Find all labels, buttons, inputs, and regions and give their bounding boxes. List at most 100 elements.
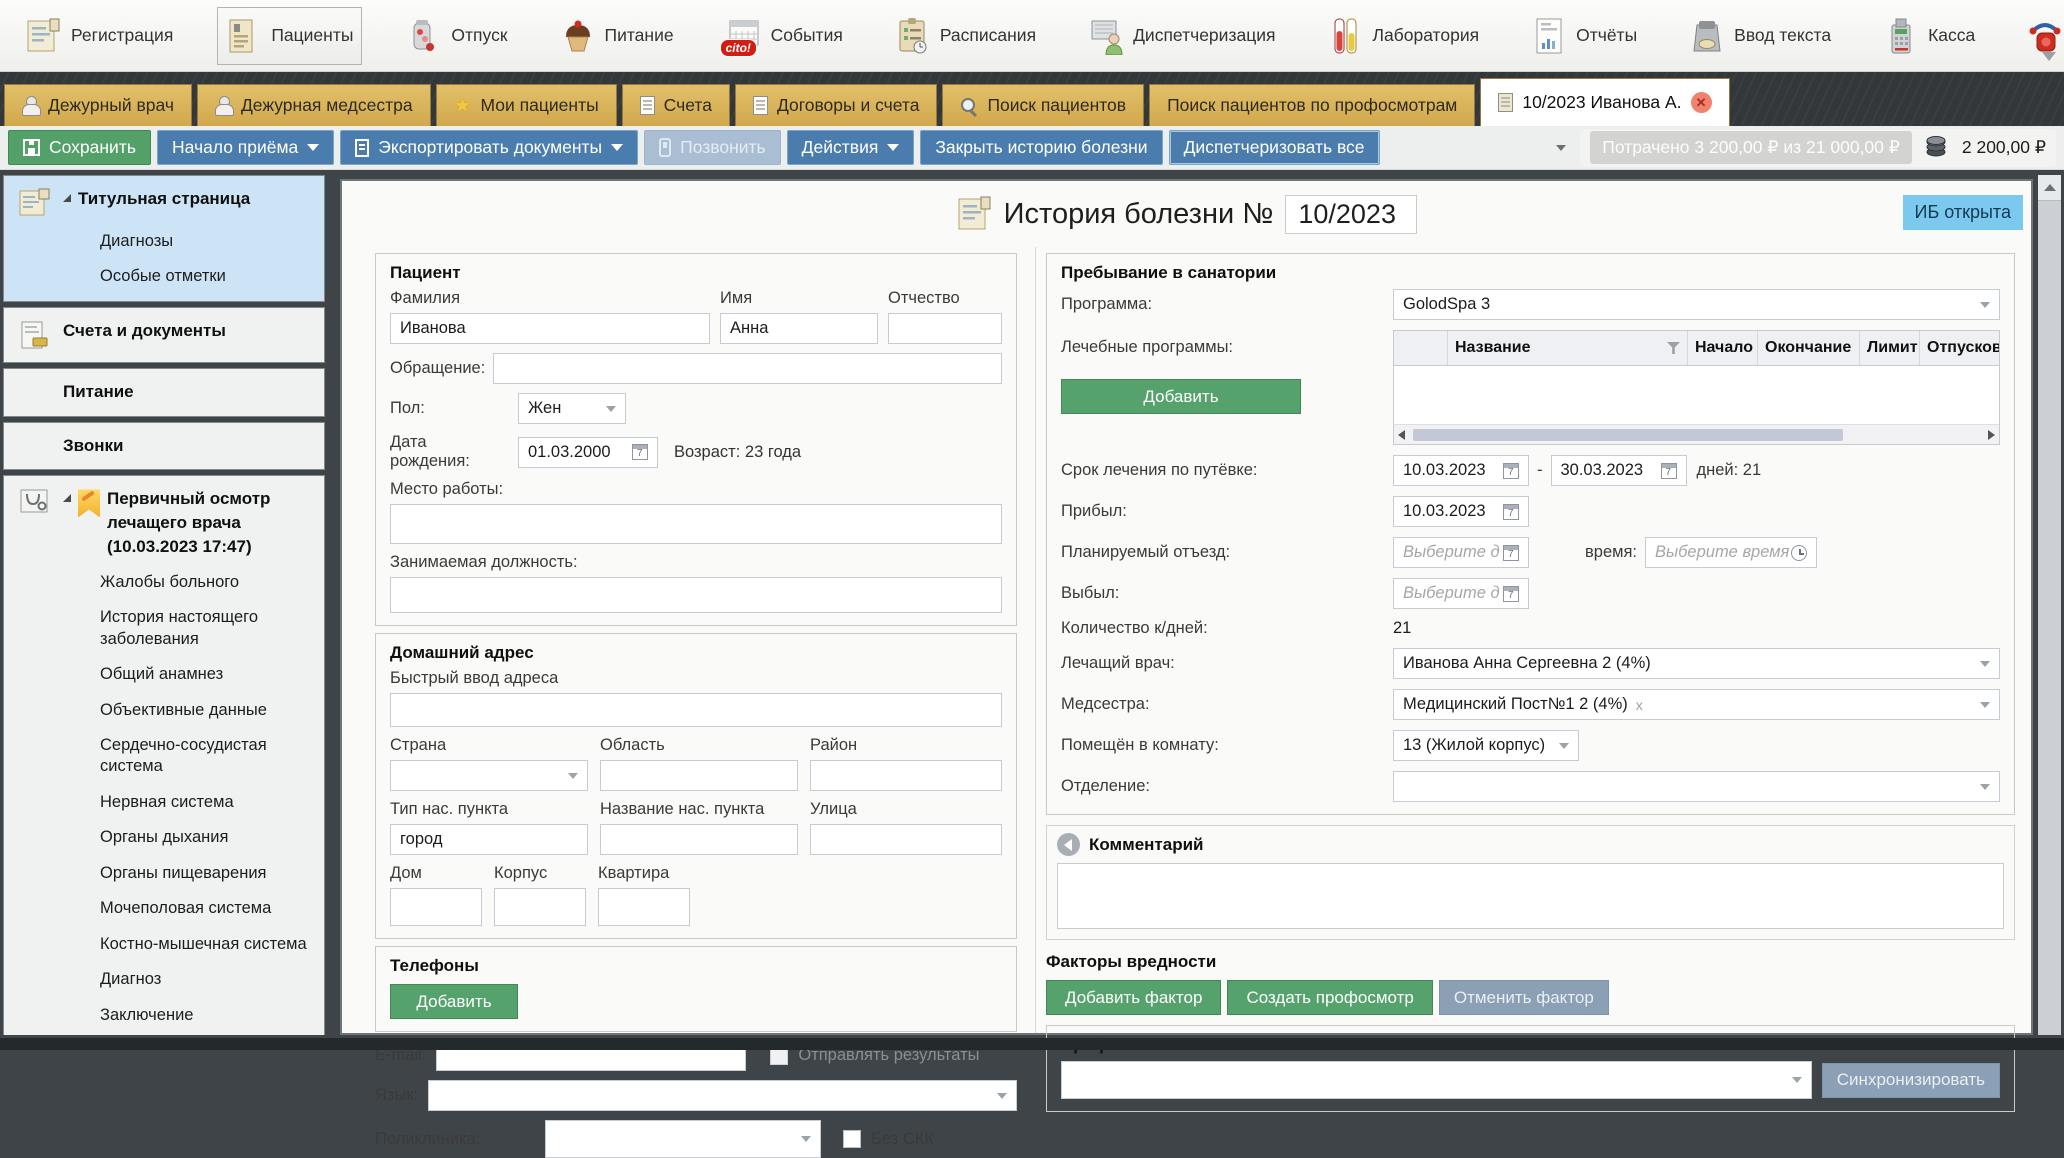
sidebar-item-respiratory[interactable]: Органы дыхания [4, 820, 324, 855]
synchronize-button[interactable]: Синхронизировать [1822, 1063, 2000, 1098]
program-select[interactable]: GolodSpa 3 [1393, 289, 2000, 320]
table-header-start[interactable]: Начало [1688, 331, 1758, 365]
ribbon-item-nutrition[interactable]: Питание [552, 7, 682, 65]
table-header-limit[interactable]: Лимит [1860, 331, 1920, 365]
sidebar-item-nutrition[interactable]: Питание [4, 372, 324, 410]
comment-textarea[interactable] [1057, 863, 2004, 929]
table-header-vacations[interactable]: Отпусков [1920, 331, 2000, 365]
sidebar-item-title-page[interactable]: Титульная страница [4, 179, 324, 224]
ribbon-item-text-input[interactable]: Ввод текста [1681, 7, 1839, 65]
ribbon-overflow-icon[interactable] [2042, 52, 2056, 61]
ribbon-item-schedules[interactable]: Расписания [887, 7, 1044, 65]
settlement-name-input[interactable] [600, 824, 798, 855]
departure-time-input[interactable]: Выберите время [1645, 537, 1817, 568]
expander-icon[interactable] [63, 194, 71, 202]
sidebar-item-urogenital[interactable]: Мочеполовая система [4, 891, 324, 926]
ribbon-item-registration[interactable]: Регистрация [18, 7, 181, 65]
ribbon-item-patients[interactable]: Пациенты [217, 7, 362, 65]
sidebar-item-cardiovascular[interactable]: Сердечно-сосудистая система [4, 728, 324, 785]
create-exam-button[interactable]: Создать профосмотр [1227, 980, 1432, 1015]
country-select[interactable] [390, 760, 588, 791]
room-select[interactable]: 13 (Жилой корпус) [1393, 730, 1579, 761]
close-history-button[interactable]: Закрыть историю болезни [920, 130, 1162, 165]
apartment-input[interactable] [598, 888, 690, 926]
cancel-factor-button[interactable]: Отменить фактор [1439, 980, 1609, 1015]
collapse-icon[interactable] [1057, 833, 1080, 856]
quick-address-input[interactable] [390, 693, 1002, 727]
table-header-end[interactable]: Окончание [1758, 331, 1860, 365]
workplace-input[interactable] [390, 504, 1002, 544]
calendar-icon[interactable] [1661, 463, 1677, 479]
sidebar-item-invoices-docs[interactable]: Счета и документы [4, 311, 324, 356]
scroll-up-icon[interactable] [2038, 175, 2061, 201]
add-phone-button[interactable]: Добавить [390, 984, 518, 1019]
sidebar-item-objective-data[interactable]: Объективные данные [4, 693, 324, 728]
reception-start-button[interactable]: Начало приёма [157, 130, 334, 165]
expander-icon[interactable] [63, 494, 71, 502]
arrived-input[interactable]: 10.03.2023 [1393, 496, 1529, 527]
street-input[interactable] [810, 824, 1002, 855]
sidebar-item-present-illness[interactable]: История настоящего заболевания [4, 600, 322, 657]
dispatch-all-button[interactable]: Диспетчеризовать все [1169, 130, 1380, 165]
toolbar-overflow-icon[interactable] [1556, 145, 1566, 151]
tab-invoices[interactable]: Счета [622, 84, 730, 126]
table-hscrollbar[interactable] [1394, 424, 1999, 444]
filter-icon[interactable] [1667, 342, 1680, 354]
position-input[interactable] [390, 577, 1002, 613]
sidebar-item-special-marks[interactable]: Особые отметки [4, 259, 324, 294]
term-from-input[interactable]: 10.03.2023 [1393, 455, 1529, 486]
house-input[interactable] [390, 888, 482, 926]
ribbon-item-events[interactable]: cito! События [718, 7, 851, 65]
save-button[interactable]: Сохранить [8, 130, 151, 165]
tab-contracts-invoices[interactable]: Договоры и счета [735, 84, 938, 126]
sidebar-item-diagnoses[interactable]: Диагнозы [4, 224, 324, 259]
appeal-input[interactable] [493, 353, 1002, 384]
firstname-input[interactable]: Анна [720, 313, 878, 344]
call-button[interactable]: Позвонить [644, 130, 781, 165]
lastname-input[interactable]: Иванова [390, 313, 710, 344]
birthdate-input[interactable]: 01.03.2000 [518, 437, 658, 468]
actions-button[interactable]: Действия [787, 130, 915, 165]
no-skk-checkbox[interactable] [843, 1130, 861, 1148]
department-select[interactable] [1393, 771, 2000, 802]
tab-patient-search-exams[interactable]: Поиск пациентов по профосмотрам [1149, 84, 1475, 126]
ribbon-item-dispatch[interactable]: Диспетчеризация [1080, 7, 1283, 65]
sidebar-item-complaints[interactable]: Жалобы больного [4, 565, 324, 600]
add-program-button[interactable]: Добавить [1061, 379, 1301, 414]
sidebar-item-general-anamnesis[interactable]: Общий анамнез [4, 657, 324, 692]
sidebar-item-digestive[interactable]: Органы пищеварения [4, 856, 324, 891]
language-select[interactable] [428, 1080, 1017, 1111]
calendar-icon[interactable] [1503, 463, 1519, 479]
middlename-input[interactable] [888, 313, 1002, 344]
profession-select[interactable] [1061, 1061, 1812, 1099]
doctor-select[interactable]: Иванова Анна Сергеевна 2 (4%) [1393, 648, 2000, 679]
planned-departure-input[interactable]: Выберите д [1393, 537, 1529, 568]
tab-active-history[interactable]: 10/2023 Иванова А. ✕ [1480, 78, 1729, 126]
left-date-input[interactable]: Выберите д [1393, 578, 1529, 609]
tab-duty-doctor[interactable]: Дежурный врач [4, 84, 192, 126]
sidebar-item-prescriptions[interactable]: Назначения [4, 1033, 324, 1035]
sidebar-item-nervous[interactable]: Нервная система [4, 785, 324, 820]
export-documents-button[interactable]: Экспортировать документы [340, 130, 638, 165]
settlement-type-input[interactable]: город [390, 824, 588, 855]
tab-close-icon[interactable]: ✕ [1691, 92, 1712, 113]
ribbon-item-vacation[interactable]: Отпуск [398, 7, 515, 65]
history-number-input[interactable]: 10/2023 [1285, 195, 1417, 234]
table-header-name[interactable]: Название [1448, 331, 1688, 365]
building-input[interactable] [494, 888, 586, 926]
calendar-icon[interactable] [1503, 586, 1519, 602]
district-input[interactable] [810, 760, 1002, 791]
ribbon-item-cashdesk[interactable]: Касса [1875, 7, 1983, 65]
tab-duty-nurse[interactable]: Дежурная медсестра [197, 84, 431, 126]
calendar-icon[interactable] [632, 444, 648, 460]
sidebar-item-primary-exam[interactable]: Первичный осмотр лечащего врача (10.03.2… [4, 479, 324, 564]
clock-icon[interactable] [1791, 545, 1807, 561]
ribbon-item-laboratory[interactable]: Лаборатория [1319, 7, 1487, 65]
add-factor-button[interactable]: Добавить фактор [1046, 980, 1221, 1015]
sidebar-item-diagnosis[interactable]: Диагноз [4, 962, 324, 997]
calendar-icon[interactable] [1503, 545, 1519, 561]
sidebar-item-calls[interactable]: Звонки [4, 426, 324, 464]
ribbon-item-reports[interactable]: Отчёты [1523, 7, 1645, 65]
calendar-icon[interactable] [1503, 504, 1519, 520]
sidebar-item-conclusion[interactable]: Заключение [4, 998, 324, 1033]
